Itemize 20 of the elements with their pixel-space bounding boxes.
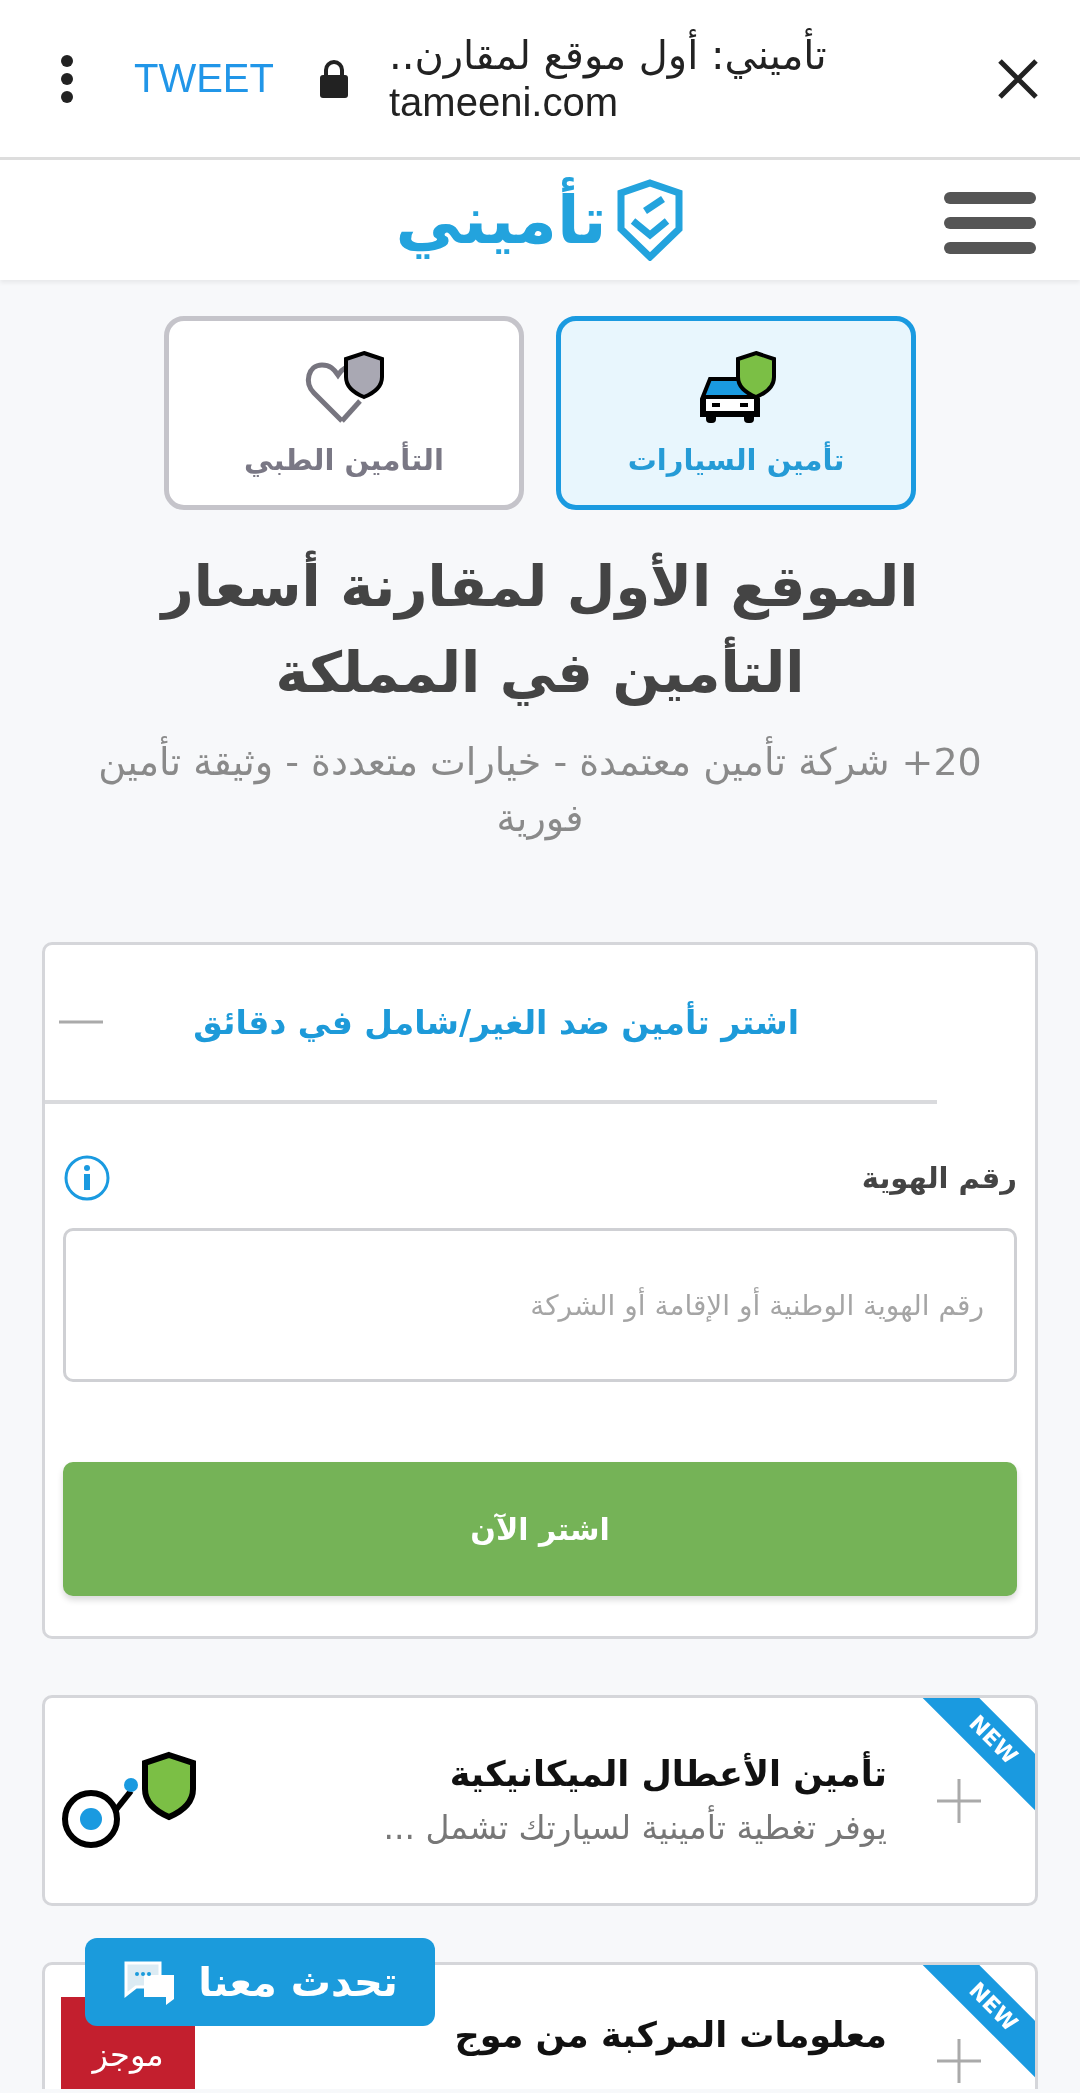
info-icon[interactable]: [63, 1154, 111, 1202]
close-icon[interactable]: [996, 56, 1040, 101]
insurance-tab[interactable]: تأمين السيارات: [556, 316, 916, 510]
buy-now-button[interactable]: اشتر الآن: [63, 1462, 1017, 1596]
lock-icon: [319, 58, 349, 99]
hero-heading: الموقع الأول لمقارنة أسعار التأمين في المملكة: [98, 544, 982, 716]
insurance-tab[interactable]: التأمين الطبي: [164, 316, 524, 510]
menu-icon[interactable]: [944, 192, 1036, 254]
product-title: معلومات المركبة من موج: [453, 2015, 887, 2055]
logo-text: موجز: [92, 2035, 164, 2075]
gear-shield-icon: [61, 1750, 197, 1851]
tweet-link[interactable]: TWEET: [134, 56, 274, 101]
page-url: tameeni.com: [389, 80, 618, 125]
hero-subtitle: 20+ شركة تأمين معتمدة - خيارات متعددة - وثيقة تأمين فورية: [58, 734, 1022, 846]
id-number-field[interactable]: رقم الهوية الوطنية أو الإقامة أو الشركة: [63, 1228, 1017, 1382]
field-label: رقم الهوية: [861, 1161, 1017, 1195]
more-options-icon[interactable]: [60, 53, 74, 104]
shield-logo-icon: [614, 179, 685, 261]
card-heading: اشتر تأمين ضد الغير/شامل في دقائق: [193, 1003, 799, 1042]
chat-tooltip[interactable]: تحدث معنا: [85, 1938, 435, 2026]
